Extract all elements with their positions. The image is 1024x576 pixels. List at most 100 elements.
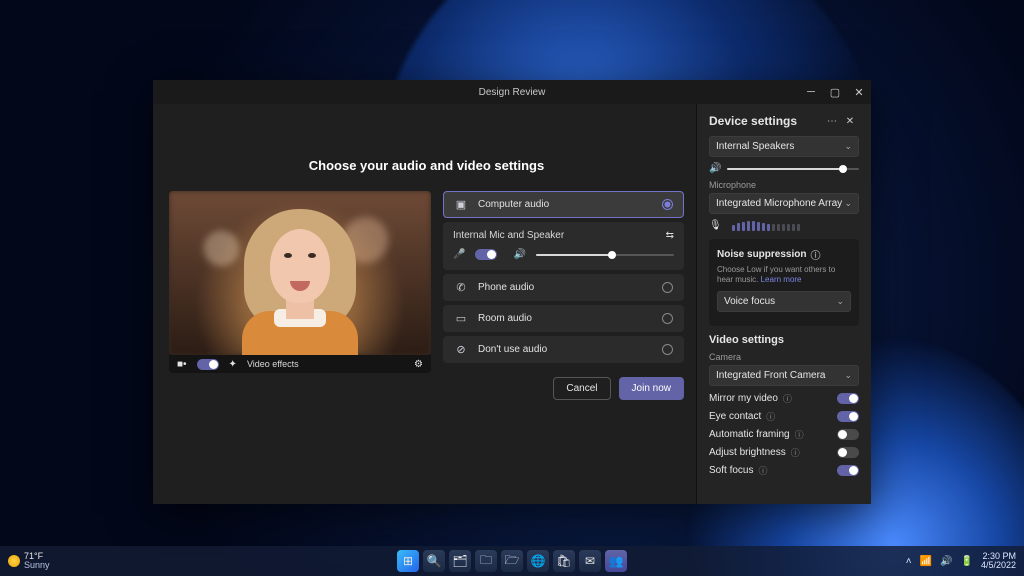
video-settings-title: Video settings [709,334,859,346]
computer-audio-settings: Internal Mic and Speaker ⇆ 🎤 🔊 [443,222,684,270]
noise-mode-select[interactable]: Voice focus ⌄ [717,291,851,312]
preview-toolbar: ■• ✦ Video effects ⚙ [169,355,431,373]
task-view-icon[interactable]: 🗂 [449,550,471,572]
camera-select[interactable]: Integrated Front Camera ⌄ [709,365,859,386]
minimize-button[interactable]: ─ [799,80,823,104]
toggle-label: Adjust brightness [709,447,786,458]
video-effects-button[interactable]: Video effects [247,359,299,369]
radio-indicator [662,199,673,210]
mic-level-icon: 🎙 [709,220,722,231]
noise-suppression-card: Noise suppression ⓘ Choose Low if you wa… [709,239,859,326]
toggle-soft-focus: Soft focus ⓘ [709,464,859,477]
clock-date: 4/5/2022 [981,561,1016,570]
weather-cond: Sunny [24,561,50,570]
panel-close-icon[interactable]: ✕ [841,116,859,127]
camera-toggle[interactable] [197,359,219,370]
microphone-icon: 🎤 [453,249,465,260]
audio-option-label: Room audio [478,313,532,324]
toggle-label: Mirror my video [709,393,778,404]
store-icon[interactable]: 🛍 [553,550,575,572]
audio-option-label: Don't use audio [478,344,547,355]
mail-icon[interactable]: ✉ [579,550,601,572]
microphone-select[interactable]: Integrated Microphone Array ⌄ [709,193,859,214]
camera-label: Camera [709,352,859,362]
info-icon[interactable]: ⓘ [758,464,767,477]
taskbar: 71°F Sunny ⊞ 🔍 🗂 🗀 🗁 🌐 🛍 ✉ 👥 ˄ 📶 🔊 🔋 2:3… [0,546,1024,576]
radio-indicator [662,282,673,293]
toggle-brightness: Adjust brightness ⓘ [709,446,859,459]
speaker-value: Internal Speakers [716,141,794,152]
phone-icon: ✆ [454,281,468,294]
info-icon[interactable]: ⓘ [791,446,800,459]
page-heading: Choose your audio and video settings [169,158,684,173]
microphone-value: Integrated Microphone Array [716,198,842,209]
panel-title: Device settings [709,114,823,128]
mute-icon: ⊘ [454,343,468,356]
taskbar-center: ⊞ 🔍 🗂 🗀 🗁 🌐 🛍 ✉ 👥 [397,550,627,572]
audio-option-label: Phone audio [478,282,534,293]
effects-icon: ✦ [229,359,237,370]
chevron-down-icon: ⌄ [844,141,852,152]
gear-icon[interactable]: ⚙ [414,359,423,370]
more-icon[interactable]: ⋯ [823,116,841,127]
auto-framing-switch[interactable] [837,429,859,440]
soft-focus-switch[interactable] [837,465,859,476]
weather-icon [8,555,20,567]
chevron-down-icon: ⌄ [836,296,844,307]
eye-contact-switch[interactable] [837,411,859,422]
device-pair-label: Internal Mic and Speaker [453,230,564,241]
speaker-icon: 🔊 [709,163,721,174]
tray-chevron-icon[interactable]: ˄ [906,556,912,567]
toggle-eye-contact: Eye contact ⓘ [709,410,859,423]
noise-title: Noise suppression [717,249,806,260]
volume-tray-icon[interactable]: 🔊 [940,556,952,567]
explorer-icon[interactable]: 🗀 [475,550,497,572]
prejoin-window: Design Review ─ ▢ ✕ Choose your audio an… [153,80,871,504]
swap-devices-icon[interactable]: ⇆ [666,230,674,241]
mirror-switch[interactable] [837,393,859,404]
mic-toggle[interactable] [475,249,497,260]
clock[interactable]: 2:30 PM 4/5/2022 [981,552,1016,571]
learn-more-link[interactable]: Learn more [761,275,802,284]
close-button[interactable]: ✕ [847,80,871,104]
volume-icon: 🔊 [513,249,525,260]
volume-slider[interactable] [536,254,674,256]
maximize-button[interactable]: ▢ [823,80,847,104]
battery-icon[interactable]: 🔋 [961,556,973,567]
explorer-2-icon[interactable]: 🗁 [501,550,523,572]
info-icon[interactable]: ⓘ [783,392,792,405]
join-button[interactable]: Join now [619,377,684,400]
info-icon[interactable]: ⓘ [795,428,804,441]
toggle-mirror: Mirror my video ⓘ [709,392,859,405]
window-title: Design Review [479,87,546,98]
audio-option-computer[interactable]: ▣ Computer audio [443,191,684,218]
cancel-button[interactable]: Cancel [553,377,610,400]
camera-icon: ■• [177,359,187,370]
mic-level-meter [732,221,800,231]
audio-option-room[interactable]: ▭ Room audio [443,305,684,332]
wifi-icon[interactable]: 📶 [920,556,932,567]
radio-indicator [662,344,673,355]
toggle-label: Automatic framing [709,429,790,440]
speaker-select[interactable]: Internal Speakers ⌄ [709,136,859,157]
audio-option-phone[interactable]: ✆ Phone audio [443,274,684,301]
info-icon[interactable]: ⓘ [766,410,775,423]
toggle-auto-framing: Automatic framing ⓘ [709,428,859,441]
chevron-down-icon: ⌄ [844,198,852,209]
brightness-switch[interactable] [837,447,859,458]
device-settings-panel: Device settings ⋯ ✕ Internal Speakers ⌄ … [696,104,871,504]
search-icon[interactable]: 🔍 [423,550,445,572]
start-icon[interactable]: ⊞ [397,550,419,572]
video-preview [169,191,431,355]
teams-icon[interactable]: 👥 [605,550,627,572]
main-pane: Choose your audio and video settings [153,104,696,504]
toggle-label: Eye contact [709,411,761,422]
edge-icon[interactable]: 🌐 [527,550,549,572]
room-icon: ▭ [454,312,468,325]
noise-mode-value: Voice focus [724,296,775,307]
speaker-volume-slider[interactable] [727,168,859,170]
microphone-label: Microphone [709,180,859,190]
info-icon[interactable]: ⓘ [810,247,820,262]
audio-option-none[interactable]: ⊘ Don't use audio [443,336,684,363]
weather-widget[interactable]: 71°F Sunny [8,552,50,570]
